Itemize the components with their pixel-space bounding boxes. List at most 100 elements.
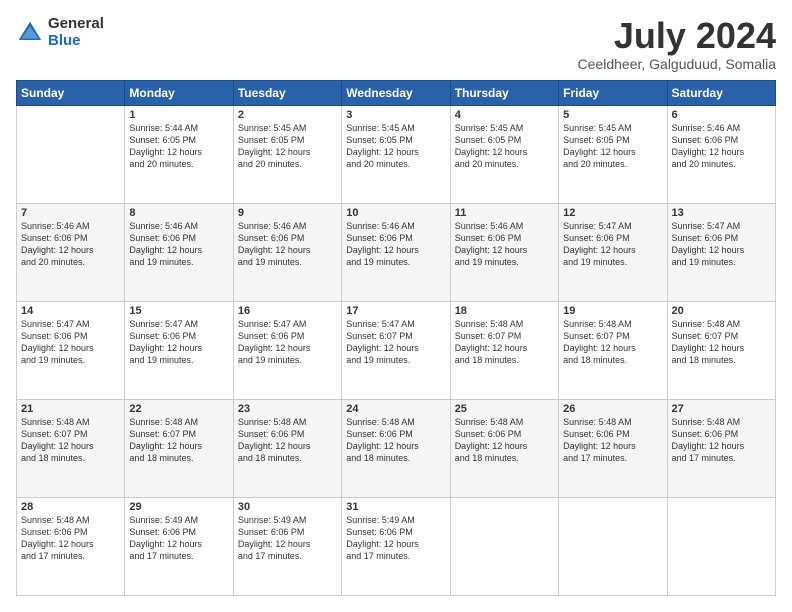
- day-info: Sunrise: 5:46 AM Sunset: 6:06 PM Dayligh…: [346, 220, 445, 269]
- day-number: 19: [563, 305, 662, 317]
- title-block: July 2024 Ceeldheer, Galguduud, Somalia: [578, 16, 776, 72]
- page: General Blue July 2024 Ceeldheer, Galgud…: [0, 0, 792, 612]
- day-info: Sunrise: 5:48 AM Sunset: 6:07 PM Dayligh…: [21, 416, 120, 465]
- day-info: Sunrise: 5:47 AM Sunset: 6:06 PM Dayligh…: [672, 220, 771, 269]
- day-info: Sunrise: 5:46 AM Sunset: 6:06 PM Dayligh…: [238, 220, 337, 269]
- day-number: 31: [346, 501, 445, 513]
- day-info: Sunrise: 5:48 AM Sunset: 6:06 PM Dayligh…: [563, 416, 662, 465]
- calendar-cell: 6Sunrise: 5:46 AM Sunset: 6:06 PM Daylig…: [667, 105, 775, 203]
- day-info: Sunrise: 5:46 AM Sunset: 6:06 PM Dayligh…: [672, 122, 771, 171]
- calendar-week-row: 28Sunrise: 5:48 AM Sunset: 6:06 PM Dayli…: [17, 497, 776, 595]
- day-number: 11: [455, 207, 554, 219]
- calendar-cell: 22Sunrise: 5:48 AM Sunset: 6:07 PM Dayli…: [125, 399, 233, 497]
- month-title: July 2024: [578, 16, 776, 56]
- calendar-header-wednesday: Wednesday: [342, 80, 450, 105]
- calendar-cell: [17, 105, 125, 203]
- calendar-cell: [450, 497, 558, 595]
- calendar-header-saturday: Saturday: [667, 80, 775, 105]
- day-number: 12: [563, 207, 662, 219]
- day-number: 2: [238, 109, 337, 121]
- calendar-header-row: SundayMondayTuesdayWednesdayThursdayFrid…: [17, 80, 776, 105]
- day-info: Sunrise: 5:48 AM Sunset: 6:07 PM Dayligh…: [455, 318, 554, 367]
- calendar-cell: 29Sunrise: 5:49 AM Sunset: 6:06 PM Dayli…: [125, 497, 233, 595]
- day-info: Sunrise: 5:47 AM Sunset: 6:06 PM Dayligh…: [563, 220, 662, 269]
- day-number: 28: [21, 501, 120, 513]
- day-number: 3: [346, 109, 445, 121]
- day-number: 16: [238, 305, 337, 317]
- day-info: Sunrise: 5:47 AM Sunset: 6:06 PM Dayligh…: [21, 318, 120, 367]
- day-number: 6: [672, 109, 771, 121]
- calendar-cell: 27Sunrise: 5:48 AM Sunset: 6:06 PM Dayli…: [667, 399, 775, 497]
- location: Ceeldheer, Galguduud, Somalia: [578, 56, 776, 72]
- day-number: 20: [672, 305, 771, 317]
- calendar-header-tuesday: Tuesday: [233, 80, 341, 105]
- calendar-cell: 15Sunrise: 5:47 AM Sunset: 6:06 PM Dayli…: [125, 301, 233, 399]
- day-info: Sunrise: 5:45 AM Sunset: 6:05 PM Dayligh…: [346, 122, 445, 171]
- day-number: 29: [129, 501, 228, 513]
- day-info: Sunrise: 5:49 AM Sunset: 6:06 PM Dayligh…: [129, 514, 228, 563]
- day-info: Sunrise: 5:46 AM Sunset: 6:06 PM Dayligh…: [21, 220, 120, 269]
- calendar-week-row: 1Sunrise: 5:44 AM Sunset: 6:05 PM Daylig…: [17, 105, 776, 203]
- day-number: 4: [455, 109, 554, 121]
- calendar-table: SundayMondayTuesdayWednesdayThursdayFrid…: [16, 80, 776, 596]
- calendar-cell: 31Sunrise: 5:49 AM Sunset: 6:06 PM Dayli…: [342, 497, 450, 595]
- calendar-header-sunday: Sunday: [17, 80, 125, 105]
- day-info: Sunrise: 5:45 AM Sunset: 6:05 PM Dayligh…: [563, 122, 662, 171]
- day-info: Sunrise: 5:48 AM Sunset: 6:06 PM Dayligh…: [672, 416, 771, 465]
- day-number: 21: [21, 403, 120, 415]
- calendar-cell: 7Sunrise: 5:46 AM Sunset: 6:06 PM Daylig…: [17, 203, 125, 301]
- day-number: 26: [563, 403, 662, 415]
- logo-icon: [16, 19, 44, 47]
- calendar-cell: 1Sunrise: 5:44 AM Sunset: 6:05 PM Daylig…: [125, 105, 233, 203]
- day-info: Sunrise: 5:48 AM Sunset: 6:07 PM Dayligh…: [672, 318, 771, 367]
- calendar-cell: 30Sunrise: 5:49 AM Sunset: 6:06 PM Dayli…: [233, 497, 341, 595]
- day-info: Sunrise: 5:48 AM Sunset: 6:07 PM Dayligh…: [129, 416, 228, 465]
- calendar-cell: 14Sunrise: 5:47 AM Sunset: 6:06 PM Dayli…: [17, 301, 125, 399]
- day-number: 17: [346, 305, 445, 317]
- day-number: 24: [346, 403, 445, 415]
- calendar-cell: 10Sunrise: 5:46 AM Sunset: 6:06 PM Dayli…: [342, 203, 450, 301]
- day-info: Sunrise: 5:46 AM Sunset: 6:06 PM Dayligh…: [455, 220, 554, 269]
- day-number: 8: [129, 207, 228, 219]
- day-number: 7: [21, 207, 120, 219]
- calendar-cell: 13Sunrise: 5:47 AM Sunset: 6:06 PM Dayli…: [667, 203, 775, 301]
- calendar-cell: 25Sunrise: 5:48 AM Sunset: 6:06 PM Dayli…: [450, 399, 558, 497]
- calendar-header-monday: Monday: [125, 80, 233, 105]
- day-number: 15: [129, 305, 228, 317]
- calendar-cell: 19Sunrise: 5:48 AM Sunset: 6:07 PM Dayli…: [559, 301, 667, 399]
- day-number: 1: [129, 109, 228, 121]
- logo-text: General Blue: [48, 16, 104, 49]
- calendar-cell: 21Sunrise: 5:48 AM Sunset: 6:07 PM Dayli…: [17, 399, 125, 497]
- day-info: Sunrise: 5:47 AM Sunset: 6:07 PM Dayligh…: [346, 318, 445, 367]
- day-info: Sunrise: 5:48 AM Sunset: 6:06 PM Dayligh…: [455, 416, 554, 465]
- calendar-cell: 26Sunrise: 5:48 AM Sunset: 6:06 PM Dayli…: [559, 399, 667, 497]
- day-info: Sunrise: 5:46 AM Sunset: 6:06 PM Dayligh…: [129, 220, 228, 269]
- calendar-header-friday: Friday: [559, 80, 667, 105]
- calendar-cell: 17Sunrise: 5:47 AM Sunset: 6:07 PM Dayli…: [342, 301, 450, 399]
- calendar-cell: 5Sunrise: 5:45 AM Sunset: 6:05 PM Daylig…: [559, 105, 667, 203]
- day-number: 18: [455, 305, 554, 317]
- calendar-cell: [667, 497, 775, 595]
- calendar-cell: 8Sunrise: 5:46 AM Sunset: 6:06 PM Daylig…: [125, 203, 233, 301]
- header: General Blue July 2024 Ceeldheer, Galgud…: [16, 16, 776, 72]
- day-info: Sunrise: 5:44 AM Sunset: 6:05 PM Dayligh…: [129, 122, 228, 171]
- logo: General Blue: [16, 16, 104, 49]
- day-number: 25: [455, 403, 554, 415]
- day-number: 5: [563, 109, 662, 121]
- day-info: Sunrise: 5:49 AM Sunset: 6:06 PM Dayligh…: [238, 514, 337, 563]
- calendar-cell: [559, 497, 667, 595]
- calendar-cell: 28Sunrise: 5:48 AM Sunset: 6:06 PM Dayli…: [17, 497, 125, 595]
- calendar-cell: 11Sunrise: 5:46 AM Sunset: 6:06 PM Dayli…: [450, 203, 558, 301]
- calendar-cell: 9Sunrise: 5:46 AM Sunset: 6:06 PM Daylig…: [233, 203, 341, 301]
- day-info: Sunrise: 5:45 AM Sunset: 6:05 PM Dayligh…: [238, 122, 337, 171]
- calendar-week-row: 7Sunrise: 5:46 AM Sunset: 6:06 PM Daylig…: [17, 203, 776, 301]
- calendar-cell: 23Sunrise: 5:48 AM Sunset: 6:06 PM Dayli…: [233, 399, 341, 497]
- logo-blue: Blue: [48, 33, 104, 50]
- day-number: 23: [238, 403, 337, 415]
- day-info: Sunrise: 5:49 AM Sunset: 6:06 PM Dayligh…: [346, 514, 445, 563]
- calendar-cell: 24Sunrise: 5:48 AM Sunset: 6:06 PM Dayli…: [342, 399, 450, 497]
- calendar-cell: 18Sunrise: 5:48 AM Sunset: 6:07 PM Dayli…: [450, 301, 558, 399]
- calendar-cell: 16Sunrise: 5:47 AM Sunset: 6:06 PM Dayli…: [233, 301, 341, 399]
- day-info: Sunrise: 5:47 AM Sunset: 6:06 PM Dayligh…: [238, 318, 337, 367]
- day-number: 14: [21, 305, 120, 317]
